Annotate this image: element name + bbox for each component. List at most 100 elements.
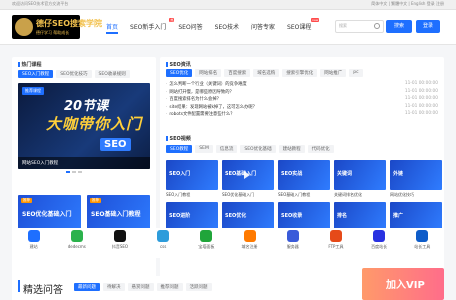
list-item[interactable]: robots文件配置需要注意些什么？ 11-01 00:00:00	[166, 111, 438, 119]
tool-item[interactable]: 建站	[22, 230, 46, 250]
video-card[interactable]: SEO实战 SEO基础入门教程	[278, 160, 330, 198]
tab-video-4[interactable]: 建站教程	[278, 145, 305, 153]
tab-news-2[interactable]: 百度搜索	[224, 69, 251, 77]
news-title[interactable]: site结果：发现网站被k掉了，这可怎么办呢？	[166, 104, 257, 112]
tool-item[interactable]: 宝塔面板	[194, 230, 218, 250]
ftp-icon	[329, 230, 342, 242]
video-thumb-text: SEO入门	[169, 171, 191, 177]
tools-row: 建站 dedecms 抖音SEO css 宝塔面板 域名注册 服务器 FTP工具…	[12, 228, 444, 258]
news-date: 11-01 00:00:00	[404, 96, 438, 101]
tool-item[interactable]: dedecms	[65, 230, 89, 249]
banner-line1: 20节课	[64, 99, 109, 114]
tab-news-6[interactable]: pc	[349, 69, 363, 77]
nav-item-qa[interactable]: SEO问答	[172, 22, 208, 31]
webmaster-icon	[416, 230, 429, 242]
video-thumb-text: 关键词	[337, 171, 353, 177]
join-vip-banner[interactable]: 加入VIP	[362, 268, 444, 300]
video-card[interactable]: SEO入门 SEO入门教程	[166, 160, 218, 198]
baota-icon	[200, 230, 213, 242]
nav-item-home[interactable]: 首页	[100, 22, 124, 34]
seo-news-title: SEO资讯	[166, 61, 191, 68]
tab-video-0[interactable]: SEO教程	[166, 145, 193, 153]
welcome-text: 欢迎访问SEO技术官方交流平台	[12, 1, 69, 6]
section-title: 精选问答	[23, 285, 63, 296]
tool-item[interactable]: 服务器	[281, 230, 305, 250]
main-nav: 首页 SEO新手入门热 SEO问答 SEO技术 问答专家 SEO课程 new	[100, 18, 320, 34]
baidu-icon	[373, 230, 386, 242]
video-thumb-text: SEO实战	[281, 171, 303, 177]
nav-item-tech[interactable]: SEO技术	[209, 22, 245, 31]
video-thumb-text: 推广	[393, 213, 404, 219]
news-title[interactable]: 百度搜索排名为什么会掉？	[166, 96, 221, 104]
list-item[interactable]: 网站打开慢，是哪些原因导致的？ 11-01 00:00:00	[166, 89, 438, 97]
nav-item-experts[interactable]: 问答专家	[245, 22, 281, 31]
thumb-tag: 推荐	[90, 198, 101, 203]
video-thumb-text: 排名	[337, 213, 348, 219]
tab-news-5[interactable]: 网站推广	[320, 69, 347, 77]
domain-icon	[243, 230, 256, 242]
tool-item[interactable]: FTP工具	[324, 230, 348, 250]
news-title[interactable]: robots文件配置需要注意些什么？	[166, 111, 234, 119]
search-button[interactable]: 搜索	[386, 20, 412, 33]
tab-seo-intro[interactable]: SEO入门教程	[18, 70, 54, 78]
banner-caption-bar: 网站SEO入门教程	[18, 157, 150, 169]
tool-item[interactable]: 抖音SEO	[108, 230, 132, 250]
nav-item-beginner[interactable]: SEO新手入门热	[124, 18, 175, 31]
tab-qa-0[interactable]: 最新问题	[74, 283, 100, 291]
tab-video-2[interactable]: 信息流	[215, 145, 238, 153]
carousel-dots[interactable]	[66, 171, 82, 173]
seo-video-title: SEO视频	[166, 135, 191, 142]
news-title[interactable]: 网站打开慢，是哪些原因导致的？	[166, 89, 233, 97]
video-label[interactable]: SEO优化基础入门	[222, 192, 274, 198]
list-item[interactable]: 百度搜索排名为什么会掉？ 11-01 00:00:00	[166, 96, 438, 104]
video-thumb: SEO入门	[166, 160, 218, 190]
video-label[interactable]: 网站优化技巧	[390, 192, 442, 198]
search-input[interactable]: 搜索	[335, 20, 384, 33]
video-tabs: SEO教程 SEM 信息流 SEO优化基础 建站教程 代码优化	[166, 145, 334, 153]
tab-video-3[interactable]: SEO优化基础	[240, 145, 276, 153]
tab-qa-3[interactable]: 推荐问题	[156, 283, 183, 291]
tab-qa-1[interactable]: 待解决	[103, 283, 125, 291]
video-label[interactable]: 关键词排名优化	[334, 192, 386, 198]
tab-video-1[interactable]: SEM	[195, 145, 213, 153]
tab-news-0[interactable]: SEO优化	[166, 69, 193, 77]
login-button[interactable]: 登录	[416, 20, 440, 33]
banner-caption: 网站SEO入门教程	[22, 161, 59, 166]
tool-item[interactable]: css	[151, 230, 175, 249]
video-card[interactable]: SEO基础入门 SEO优化基础入门	[222, 160, 274, 198]
tool-label: 宝塔面板	[198, 244, 215, 249]
video-thumb: SEO实战	[278, 160, 330, 190]
course-banner[interactable]: 推荐课程 20节课 大咖带你入门 SEO 网站SEO入门教程	[18, 83, 150, 169]
thumb-tag: 推荐	[21, 198, 32, 203]
tab-news-4[interactable]: 搜索引擎优化	[282, 69, 318, 77]
tab-news-1[interactable]: 网站排名	[195, 69, 222, 77]
tab-video-5[interactable]: 代码优化	[307, 145, 334, 153]
tab-news-3[interactable]: 域名选购	[253, 69, 280, 77]
site-logo[interactable]: 德仔SEO搜索学院 德仔学习 帮助成长	[12, 15, 102, 39]
tab-seo-rules[interactable]: SEO收录规则	[94, 70, 130, 78]
tool-item[interactable]: 站长工具	[410, 230, 434, 250]
thumb-text: SEO优化基础入门	[22, 211, 72, 218]
nav-item-courses[interactable]: SEO课程 new	[281, 18, 320, 31]
video-thumb-text: 外链	[393, 171, 404, 177]
list-item[interactable]: 怎么判断一个行业（关键词）的竞争难度 11-01 00:00:00	[166, 81, 438, 89]
top-links[interactable]: 简体中文 | 繁體中文 | English 登录 注册	[371, 1, 444, 7]
tab-seo-tips[interactable]: SEO优化技巧	[56, 70, 92, 78]
list-item[interactable]: site结果：发现网站被k掉了，这可怎么办呢？ 11-01 00:00:00	[166, 104, 438, 112]
tool-label: 服务器	[286, 244, 299, 249]
video-thumb: 关键词	[334, 160, 386, 190]
douyin-icon	[113, 230, 126, 242]
tool-label: 抖音SEO	[111, 244, 129, 249]
qa-tabs: 最新问题 待解决 悬赏问题 推荐问题 活跃问题	[74, 283, 212, 291]
tab-qa-4[interactable]: 活跃问题	[185, 283, 212, 291]
video-label[interactable]: SEO基础入门教程	[278, 192, 330, 198]
tab-qa-2[interactable]: 悬赏问题	[127, 283, 154, 291]
news-title[interactable]: 怎么判断一个行业（关键词）的竞争难度	[166, 81, 246, 89]
video-card[interactable]: 外链 网站优化技巧	[390, 160, 442, 198]
banner-seo-badge: SEO	[100, 138, 131, 151]
video-card[interactable]: 关键词关键词排名优化	[334, 160, 386, 198]
tool-item[interactable]: 百度站长	[367, 230, 391, 250]
tool-item[interactable]: 域名注册	[238, 230, 262, 250]
video-label[interactable]: SEO入门教程	[166, 192, 218, 198]
video-thumb-text: SEO优化	[225, 213, 247, 219]
